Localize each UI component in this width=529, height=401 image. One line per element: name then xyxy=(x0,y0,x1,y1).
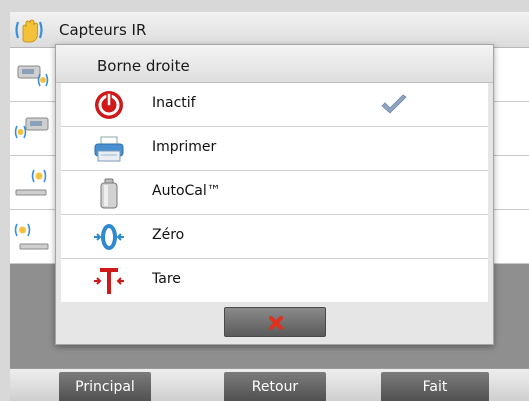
fait-button[interactable]: Fait xyxy=(381,372,489,401)
printer-icon xyxy=(94,136,124,162)
dialog-header: Borne droite xyxy=(56,45,493,83)
option-label: Inactif xyxy=(152,95,196,111)
tare-icon xyxy=(94,268,124,294)
ir-hand-icon xyxy=(15,19,43,43)
option-imprimer[interactable]: Imprimer xyxy=(61,127,488,171)
option-label: AutoCal™ xyxy=(152,183,221,199)
scale-sensor-icon xyxy=(15,169,47,196)
option-dialog: Borne droite Inactif Imprimer AutoCal™ Z… xyxy=(55,44,494,345)
dialog-title: Borne droite xyxy=(97,57,190,75)
zero-icon xyxy=(94,224,124,250)
option-zero[interactable]: Zéro xyxy=(61,215,488,259)
option-label: Imprimer xyxy=(152,139,217,155)
option-label: Zéro xyxy=(152,227,185,243)
page-title: Capteurs IR xyxy=(59,21,147,39)
scale-sensor-icon xyxy=(17,65,49,87)
cancel-button[interactable] xyxy=(224,307,326,337)
options-list: Inactif Imprimer AutoCal™ Zéro Tare xyxy=(61,83,488,302)
power-off-icon xyxy=(95,91,123,119)
calibration-weight-icon xyxy=(100,178,118,209)
option-label: Tare xyxy=(152,271,181,287)
retour-button[interactable]: Retour xyxy=(224,372,326,401)
option-tare[interactable]: Tare xyxy=(61,259,488,303)
scale-sensor-icon xyxy=(14,223,49,250)
option-autocal[interactable]: AutoCal™ xyxy=(61,171,488,215)
principal-button[interactable]: Principal xyxy=(59,372,151,401)
scale-sensor-icon xyxy=(14,117,49,139)
bottom-nav-bar: Principal Retour Fait xyxy=(10,368,529,401)
title-bar: Capteurs IR xyxy=(10,12,529,48)
close-icon xyxy=(269,316,283,330)
check-icon xyxy=(381,94,407,114)
option-inactif[interactable]: Inactif xyxy=(61,83,488,127)
